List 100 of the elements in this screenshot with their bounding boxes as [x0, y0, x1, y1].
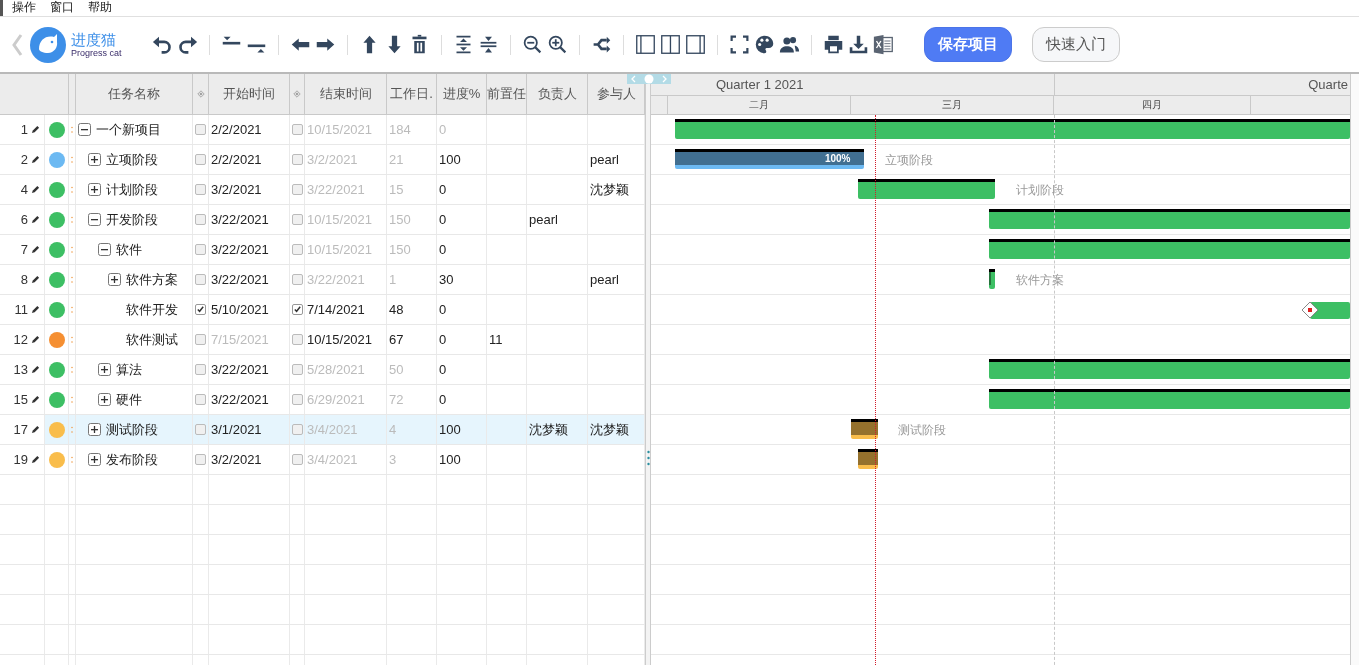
- checkbox[interactable]: [291, 454, 303, 465]
- task-bar[interactable]: 100%: [674, 149, 865, 169]
- checkbox[interactable]: [291, 184, 303, 195]
- users-icon[interactable]: [778, 34, 800, 55]
- pencil-icon[interactable]: [31, 125, 40, 134]
- checkbox[interactable]: [291, 304, 303, 315]
- task-bar[interactable]: [674, 119, 1350, 139]
- menu-item[interactable]: 窗口: [50, 0, 74, 16]
- tree-toggle[interactable]: [88, 423, 101, 436]
- pencil-icon[interactable]: [31, 455, 40, 464]
- zoom-in-icon[interactable]: [546, 34, 568, 55]
- pencil-icon[interactable]: [31, 365, 40, 374]
- column-header[interactable]: 任务名称: [108, 85, 160, 103]
- checkbox[interactable]: [291, 214, 303, 225]
- redo-icon[interactable]: [176, 34, 198, 55]
- pencil-icon[interactable]: [31, 395, 40, 404]
- checkbox[interactable]: [291, 394, 303, 405]
- progress-value: 100: [439, 422, 461, 437]
- fullscreen-icon[interactable]: [728, 34, 750, 55]
- save-button[interactable]: 保存项目: [923, 27, 1012, 62]
- panel-split-icon[interactable]: [659, 34, 681, 55]
- checkbox[interactable]: [195, 154, 206, 165]
- checkbox[interactable]: [291, 124, 303, 135]
- task-bar[interactable]: [988, 209, 1350, 229]
- checkbox[interactable]: [195, 244, 206, 255]
- pencil-icon[interactable]: [31, 185, 40, 194]
- task-bar[interactable]: [988, 269, 996, 289]
- task-bar[interactable]: [988, 239, 1350, 259]
- row-number: 8: [20, 272, 28, 287]
- tree-toggle[interactable]: [88, 183, 101, 196]
- tree-toggle[interactable]: [88, 153, 101, 166]
- download-icon[interactable]: [847, 34, 869, 55]
- checkbox[interactable]: [195, 334, 206, 345]
- tree-toggle[interactable]: [88, 213, 101, 226]
- task-bar[interactable]: [988, 359, 1350, 379]
- task-bar[interactable]: [851, 419, 878, 439]
- task-bar[interactable]: [988, 389, 1350, 409]
- palette-icon[interactable]: [753, 34, 775, 55]
- scrollbar[interactable]: [1350, 74, 1359, 665]
- tree-toggle[interactable]: [98, 393, 111, 406]
- checkbox[interactable]: [291, 424, 303, 435]
- column-header[interactable]: 结束时间: [319, 85, 372, 103]
- column-header[interactable]: 负责人: [537, 85, 577, 103]
- column-header[interactable]: 工作日.: [390, 85, 433, 103]
- checkbox[interactable]: [291, 154, 303, 165]
- panel-left-icon[interactable]: [634, 34, 656, 55]
- checkbox[interactable]: [195, 424, 206, 435]
- table-row[interactable]: 2 立项阶段 2/2/2021 3/2/2021 21 100 pearl: [0, 145, 645, 175]
- table-row[interactable]: 12 软件测试 7/15/2021 10/15/2021 67 0 11: [0, 325, 645, 355]
- table-row[interactable]: 4 计划阶段 3/2/2021 3/22/2021 15 0 沈梦颖: [0, 175, 645, 205]
- pencil-icon[interactable]: [31, 425, 40, 434]
- checkbox[interactable]: [195, 394, 206, 405]
- checkbox[interactable]: [291, 274, 303, 285]
- print-icon[interactable]: [822, 34, 844, 55]
- pencil-icon[interactable]: [31, 245, 40, 254]
- column-header[interactable]: 进度%: [442, 85, 481, 103]
- table-row[interactable]: 11 软件开发 5/10/2021 7/14/2021 48 0: [0, 295, 645, 325]
- table-row[interactable]: 19 发布阶段 3/2/2021 3/4/2021 3 100: [0, 445, 645, 475]
- checkbox[interactable]: [291, 364, 303, 375]
- checkbox[interactable]: [195, 304, 206, 315]
- menu-item[interactable]: 帮助: [88, 0, 112, 16]
- checkbox[interactable]: [195, 274, 206, 285]
- bar-label: 测试阶段: [897, 422, 946, 439]
- pencil-icon[interactable]: [31, 155, 40, 164]
- column-header[interactable]: 前置任: [487, 85, 526, 103]
- tree-toggle[interactable]: [88, 453, 101, 466]
- table-row[interactable]: 8 软件方案 3/22/2021 3/22/2021 1 30 pearl: [0, 265, 645, 295]
- task-bar[interactable]: [857, 179, 996, 199]
- table-row[interactable]: 1 一个新项目 2/2/2021 10/15/2021 184 0: [0, 115, 645, 145]
- checkbox[interactable]: [291, 334, 303, 345]
- tree-toggle[interactable]: [98, 243, 111, 256]
- tree-toggle[interactable]: [78, 123, 91, 136]
- checkbox[interactable]: [195, 184, 206, 195]
- pencil-icon[interactable]: [31, 215, 40, 224]
- checkbox[interactable]: [291, 244, 303, 255]
- table-row[interactable]: 7 软件 3/22/2021 10/15/2021 150 0: [0, 235, 645, 265]
- checkbox[interactable]: [195, 214, 206, 225]
- spreadsheet-icon[interactable]: [872, 34, 894, 55]
- zoom-out-icon[interactable]: [521, 34, 543, 55]
- tree-toggle[interactable]: [98, 363, 111, 376]
- checkbox[interactable]: [195, 124, 206, 135]
- pencil-icon[interactable]: [31, 275, 40, 284]
- undo-icon[interactable]: [151, 34, 173, 55]
- task-bar[interactable]: [857, 449, 878, 469]
- panel-right-icon[interactable]: [684, 34, 706, 55]
- column-header[interactable]: 开始时间: [223, 85, 275, 103]
- tree-toggle[interactable]: [108, 273, 121, 286]
- participant: pearl: [590, 272, 619, 287]
- grip-icon[interactable]: [647, 450, 650, 466]
- table-row[interactable]: 17 测试阶段 3/1/2021 3/4/2021 4 100 沈梦颖 沈梦颖: [0, 415, 645, 445]
- menu-item[interactable]: 操作: [12, 0, 36, 16]
- pencil-icon[interactable]: [31, 335, 40, 344]
- panel-slider[interactable]: [627, 74, 671, 84]
- table-row[interactable]: 13 算法 3/22/2021 5/28/2021 50 0: [0, 355, 645, 385]
- checkbox[interactable]: [195, 454, 206, 465]
- quick-start-button[interactable]: 快速入门: [1031, 27, 1120, 62]
- pencil-icon[interactable]: [31, 305, 40, 314]
- checkbox[interactable]: [195, 364, 206, 375]
- table-row[interactable]: 6 开发阶段 3/22/2021 10/15/2021 150 0 pearl: [0, 205, 645, 235]
- column-header[interactable]: 参与人: [596, 85, 636, 103]
